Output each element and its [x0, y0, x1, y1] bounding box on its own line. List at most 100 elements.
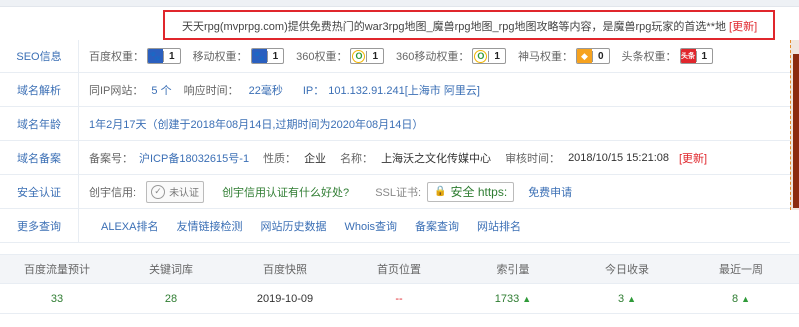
baidu-weight-label: 百度权重：: [89, 51, 144, 63]
security-row: 安全认证 创宇信用: ✓ 未认证 创宇信用认证有什么好处? SSL证书: 🔒 安全 …: [0, 175, 790, 209]
alexa-rank-link[interactable]: ALEXA排名: [101, 218, 158, 234]
baidu-snapshot-value: 2019-10-09: [256, 292, 314, 305]
more-query-links: ALEXA排名 友情链接检测 网站历史数据 Whois查询 备案查询 网站排名: [101, 209, 521, 242]
paw-icon: 🐾: [148, 49, 163, 63]
360-mobile-weight-value: 1: [488, 50, 505, 62]
icp-nature-value: 企业: [304, 152, 327, 165]
360-mobile-weight-label: 360移动权重：: [396, 51, 470, 63]
homepage-position-value: --: [395, 292, 403, 305]
stats-header-cell: 关键词库: [149, 264, 193, 276]
domain-age-value: 1年2月17天（创建于2018年08月14日,过期时间为2020年08月14日）: [89, 118, 424, 131]
icp-name-label: 名称：: [340, 152, 374, 165]
icp-nature-label: 性质：: [263, 152, 297, 165]
icp-row-content: 备案号： 沪ICP备18032615号-1 性质： 企业 名称： 上海沃之文化传…: [89, 141, 707, 174]
last-week-value[interactable]: 8 ▲: [684, 284, 798, 313]
ip-label: IP：: [302, 84, 325, 97]
site-rank-link[interactable]: 网站排名: [477, 218, 521, 234]
stats-header-cell: 今日收录: [605, 264, 649, 276]
more-query-title: 更多查询: [0, 209, 79, 242]
more-query-row: 更多查询 ALEXA排名 友情链接检测 网站历史数据 Whois查询 备案查询 …: [0, 209, 790, 243]
domain-age-content: 1年2月17天（创建于2018年08月14日,过期时间为2020年08月14日）: [89, 107, 423, 140]
seo-row-title: SEO信息: [0, 40, 79, 72]
side-advert-strip[interactable]: [790, 40, 799, 210]
baidu-traffic-value[interactable]: 33: [0, 284, 114, 313]
arrow-up-icon: ▲: [741, 293, 751, 304]
top-bar: [0, 0, 799, 7]
icp-query-link[interactable]: 备案查询: [415, 218, 459, 234]
baidu-weight-value: 1: [163, 50, 180, 62]
ssl-label: SSL证书:: [375, 186, 422, 199]
mobile-weight-badge[interactable]: 🐾 1: [250, 48, 285, 64]
ssl-free-apply-link[interactable]: 免费申请: [528, 184, 572, 200]
site-description-box: 天天rpg(mvprpg.com)提供免费热门的war3rpg地图_魔兽rpg地…: [163, 10, 775, 40]
icp-time-label: 审核时间：: [505, 152, 561, 165]
paw-icon: 🐾: [251, 49, 267, 63]
360-mobile-weight-badge[interactable]: O1: [472, 48, 506, 64]
whois-query-link[interactable]: Whois查询: [344, 218, 397, 234]
stats-header-cell: 最近一周: [719, 264, 763, 276]
360-icon: O: [352, 49, 366, 63]
shenma-icon: ◆: [576, 49, 592, 63]
icp-number-value[interactable]: 沪ICP备18032615号-1: [139, 150, 249, 166]
credit-cert-text: 未认证: [169, 188, 200, 199]
stats-header-cell: 首页位置: [377, 264, 421, 276]
response-time-label: 响应时间：: [183, 84, 239, 97]
seal-icon: ✓: [151, 184, 166, 199]
seo-info-panel: 天天rpg(mvprpg.com)提供免费热门的war3rpg地图_魔兽rpg地…: [0, 0, 799, 327]
mobile-weight-label: 移动权重：: [192, 51, 248, 63]
shenma-weight-label: 神马权重：: [517, 51, 573, 63]
seo-row-content: 百度权重： 🐾 1 移动权重： 🐾 1 360权重： O1 360移动权重： O1 …: [89, 40, 714, 72]
info-rows: SEO信息 百度权重： 🐾 1 移动权重： 🐾 1 360权重： O1 360移动权…: [0, 40, 790, 243]
lock-icon: 🔒: [434, 186, 447, 197]
icp-row: 域名备案 备案号： 沪ICP备18032615号-1 性质： 企业 名称： 上海…: [0, 141, 790, 175]
credit-cert-link[interactable]: 创宇信用认证有什么好处?: [222, 184, 349, 200]
stats-value-row: 33 28 2019-10-09 -- 1733 ▲ 3 ▲ 8 ▲: [0, 284, 799, 314]
360-weight-badge[interactable]: O1: [350, 48, 385, 64]
stats-table: 百度流量预计 关键词库 百度快照 首页位置 索引量 今日收录 最近一周 33 2…: [0, 254, 799, 314]
response-time-value: 22毫秒: [248, 84, 283, 97]
dns-row: 域名解析 同IP网站： 5 个 响应时间： 22毫秒 IP： 101.132.9…: [0, 73, 790, 107]
360-icon: O: [474, 49, 488, 63]
site-description: 天天rpg(mvprpg.com)提供免费热门的war3rpg地图_魔兽rpg地…: [182, 21, 726, 33]
toutiao-weight-value: 1: [695, 50, 713, 62]
keyword-count-value[interactable]: 28: [114, 284, 228, 313]
ip-value[interactable]: 101.132.91.241[上海市 阿里云]: [328, 82, 480, 98]
icp-time-value: 2018/10/15 15:21:08: [568, 151, 669, 164]
description-update-link[interactable]: [更新]: [729, 21, 757, 33]
baidu-weight-badge[interactable]: 🐾 1: [147, 48, 181, 64]
seo-row: SEO信息 百度权重： 🐾 1 移动权重： 🐾 1 360权重： O1 360移动权…: [0, 40, 790, 73]
arrow-up-icon: ▲: [627, 293, 637, 304]
same-ip-label: 同IP网站：: [89, 84, 144, 97]
arrow-up-icon: ▲: [522, 293, 532, 304]
stats-header-cell: 百度流量预计: [24, 264, 90, 276]
shenma-weight-badge[interactable]: ◆ 0: [575, 48, 610, 64]
index-count-value[interactable]: 1733 ▲: [456, 284, 570, 313]
domain-age-title: 域名年龄: [0, 107, 79, 140]
mobile-weight-value: 1: [266, 50, 284, 62]
friend-link-check-link[interactable]: 友情链接检测: [176, 218, 242, 234]
stats-header-row: 百度流量预计 关键词库 百度快照 首页位置 索引量 今日收录 最近一周: [0, 254, 799, 284]
toutiao-weight-label: 头条权重：: [621, 51, 677, 63]
360-weight-label: 360权重：: [296, 51, 348, 63]
today-indexed-value[interactable]: 3 ▲: [570, 284, 684, 313]
dns-row-title: 域名解析: [0, 73, 79, 106]
security-row-title: 安全认证: [0, 175, 79, 208]
domain-age-row: 域名年龄 1年2月17天（创建于2018年08月14日,过期时间为2020年08…: [0, 107, 790, 141]
stats-header-cell: 索引量: [496, 264, 530, 276]
site-history-link[interactable]: 网站历史数据: [260, 218, 326, 234]
icp-name-value: 上海沃之文化传媒中心: [381, 152, 492, 165]
360-weight-value: 1: [366, 50, 384, 62]
ssl-badge[interactable]: 🔒 安全 https:: [427, 181, 515, 202]
icp-number-label: 备案号：: [89, 152, 133, 165]
icp-update-link[interactable]: [更新]: [679, 150, 707, 166]
icp-row-title: 域名备案: [0, 141, 79, 174]
credit-label: 创宇信用:: [89, 186, 137, 199]
security-row-content: 创宇信用: ✓ 未认证 创宇信用认证有什么好处? SSL证书: 🔒 安全 https…: [89, 175, 572, 208]
toutiao-weight-badge[interactable]: 头条 1: [679, 48, 714, 64]
toutiao-icon: 头条: [680, 49, 696, 63]
same-ip-value[interactable]: 5 个: [151, 82, 171, 98]
dns-row-content: 同IP网站： 5 个 响应时间： 22毫秒 IP： 101.132.91.241…: [89, 73, 480, 106]
stats-header-cell: 百度快照: [263, 264, 307, 276]
credit-cert-badge[interactable]: ✓ 未认证: [146, 180, 205, 203]
shenma-weight-value: 0: [591, 50, 609, 62]
